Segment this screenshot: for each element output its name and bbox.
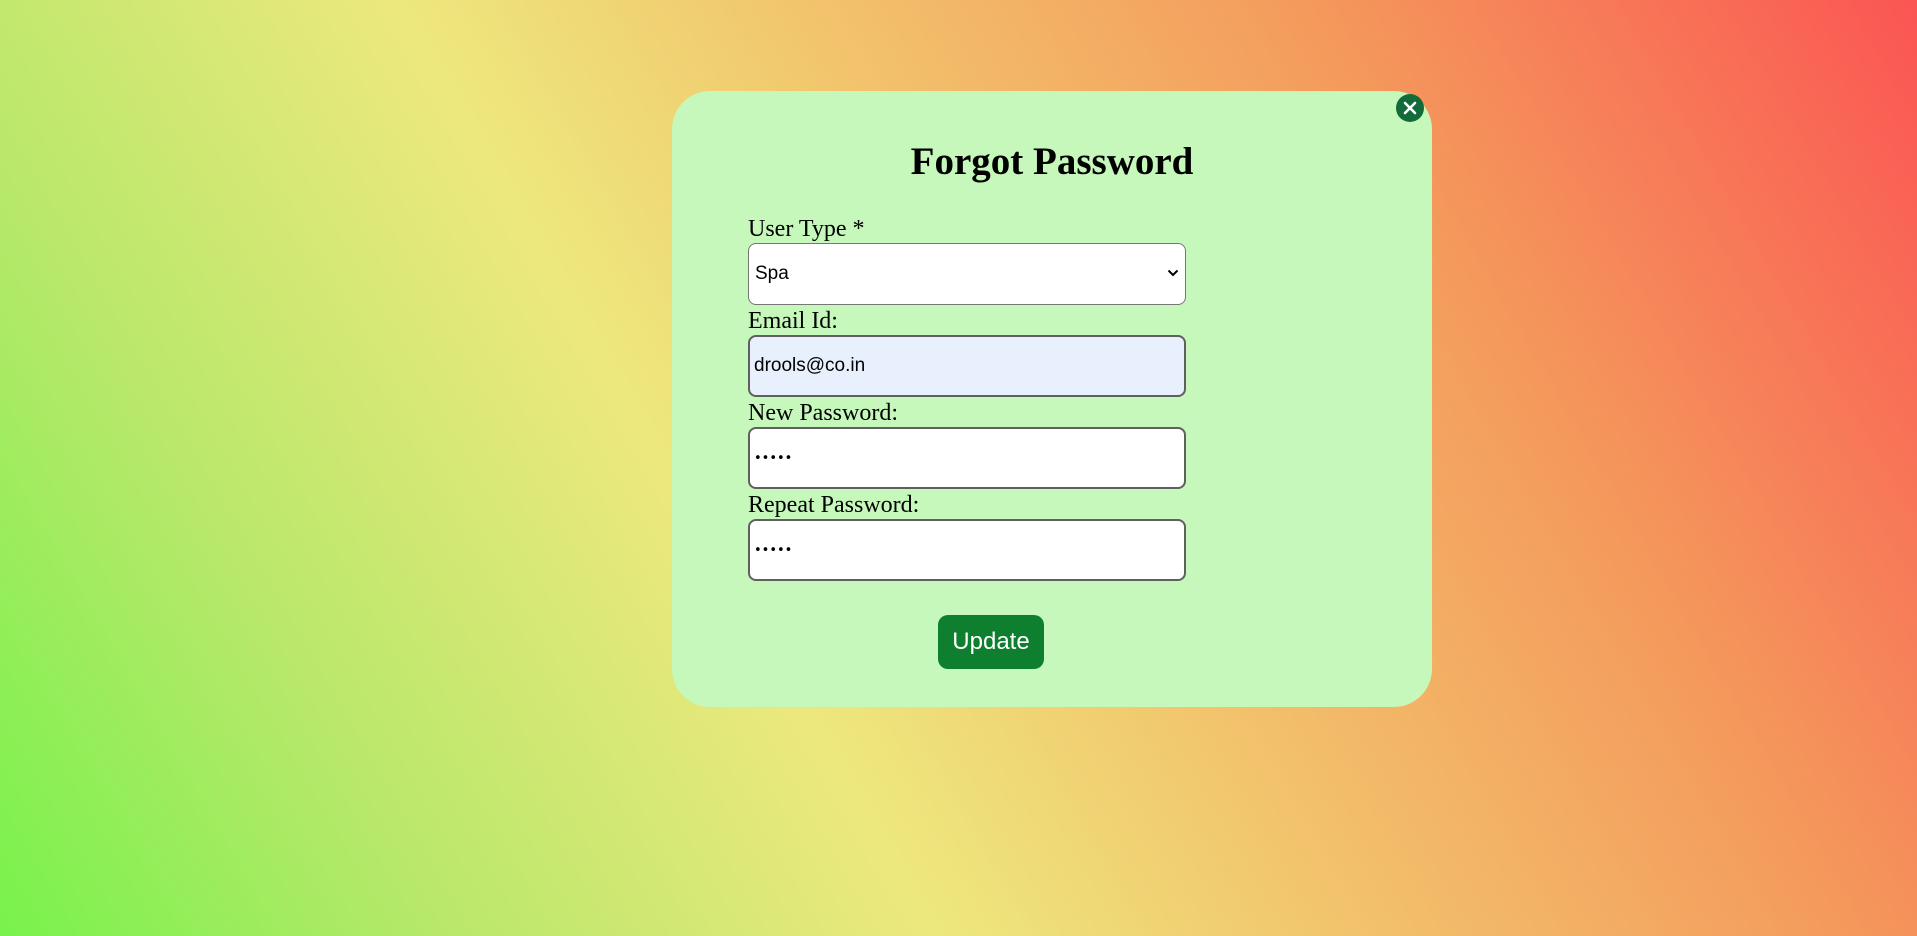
repeat-password-label: Repeat Password: — [748, 492, 920, 518]
close-icon[interactable] — [1396, 94, 1424, 122]
email-label: Email Id: — [748, 308, 838, 334]
chevron-down-icon — [1167, 269, 1179, 277]
modal-title: Forgot Password — [910, 140, 1194, 183]
forgot-password-form: User Type * Spa Email Id: drools@co.in N… — [748, 215, 1186, 583]
user-type-selected-value: Spa — [755, 263, 789, 284]
user-type-label: User Type * — [748, 216, 865, 242]
forgot-password-modal: Forgot Password User Type * Spa Email Id… — [672, 91, 1432, 707]
user-type-select[interactable]: Spa — [748, 243, 1186, 305]
new-password-field[interactable]: ••••• — [748, 427, 1186, 489]
close-x-glyph — [1403, 101, 1417, 115]
repeat-password-masked-value: ••••• — [754, 542, 793, 558]
email-field[interactable]: drools@co.in — [748, 335, 1186, 397]
repeat-password-field[interactable]: ••••• — [748, 519, 1186, 581]
new-password-masked-value: ••••• — [754, 450, 793, 466]
update-button[interactable]: Update — [938, 615, 1044, 669]
new-password-label: New Password: — [748, 400, 898, 426]
email-field-value: drools@co.in — [754, 355, 866, 376]
